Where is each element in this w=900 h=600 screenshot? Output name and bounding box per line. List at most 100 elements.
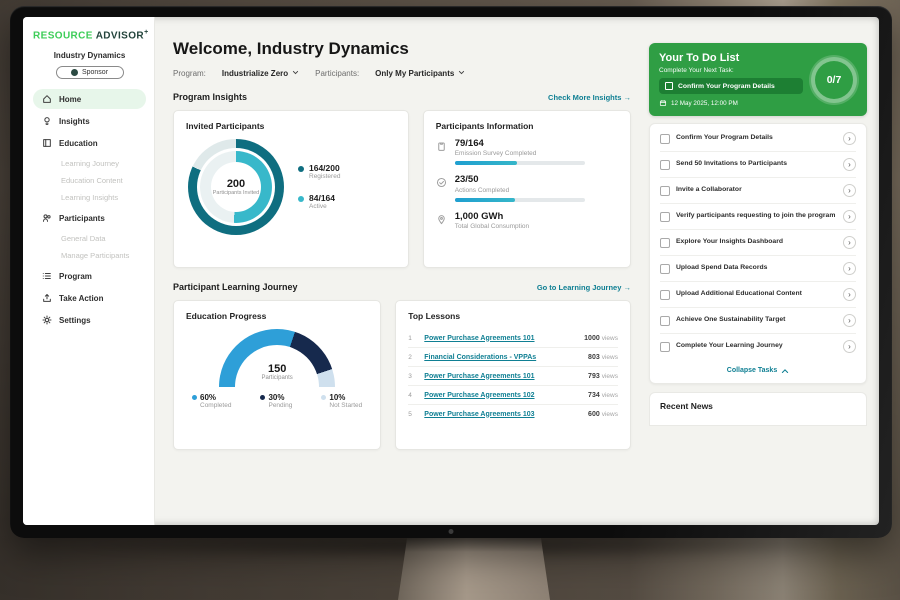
todo-task[interactable]: Upload Additional Educational Content › [660, 282, 856, 308]
todo-task[interactable]: Verify participants requesting to join t… [660, 204, 856, 230]
legend-registered: 164/200 Registered [298, 164, 340, 180]
task-checkbox[interactable] [660, 264, 670, 274]
education-progress-card: Education Progress 150 Participants 60% … [173, 300, 381, 450]
stat-emission-survey: 79/164 Emission Survey Completed [436, 139, 618, 165]
sidebar-item-insights[interactable]: Insights [33, 111, 146, 131]
sidebar-item-general-data[interactable]: General Data [33, 230, 146, 247]
progress-bar [455, 161, 585, 165]
monitor-stand [398, 538, 550, 600]
task-checkbox[interactable] [660, 134, 670, 144]
task-checkbox[interactable] [665, 82, 673, 90]
participants-select-value: Only My Participants [375, 69, 454, 78]
lesson-views: 793views [588, 373, 618, 380]
task-checkbox[interactable] [660, 212, 670, 222]
sidebar-item-education-content[interactable]: Education Content [33, 172, 146, 189]
legend-pending: 30% Pending [260, 393, 292, 409]
collapse-tasks-button[interactable]: Collapse Tasks [660, 359, 856, 381]
sidebar-item-program[interactable]: Program [33, 266, 146, 286]
sidebar-item-label: Home [59, 95, 81, 104]
task-label: Confirm Your Program Details [676, 134, 837, 143]
filter-bar: Program: Industrialize Zero Participants… [173, 69, 631, 78]
chevron-down-icon [292, 69, 299, 78]
chevron-right-icon[interactable]: › [843, 288, 856, 301]
sidebar-item-learning-insights[interactable]: Learning Insights [33, 189, 146, 206]
upload-icon [42, 293, 52, 303]
recent-news-title: Recent News [660, 401, 713, 411]
todo-header: Your To Do List Complete Your Next Task:… [649, 43, 867, 116]
sidebar-item-participants[interactable]: Participants [33, 208, 146, 228]
todo-progress-count: 0/7 [815, 61, 853, 99]
task-label: Upload Spend Data Records [676, 264, 837, 273]
section-title: Participant Learning Journey [173, 282, 298, 292]
todo-task[interactable]: Send 50 Invitations to Participants › [660, 152, 856, 178]
legend-label: Active [309, 203, 335, 210]
task-checkbox[interactable] [660, 290, 670, 300]
chevron-up-icon [781, 368, 789, 374]
gauge-legend: 60% Completed 30% Pending 10% Not Starte… [192, 393, 362, 409]
legend-dot [192, 395, 197, 400]
sponsor-badge[interactable]: Sponsor [56, 66, 124, 79]
lesson-link[interactable]: Power Purchase Agreements 101 [424, 373, 580, 380]
program-select[interactable]: Industrialize Zero [222, 69, 299, 78]
donut-center: 200 Participants Invited [211, 162, 261, 212]
people-icon [42, 213, 52, 223]
go-to-learning-journey-link[interactable]: Go to Learning Journey → [537, 283, 631, 292]
task-checkbox[interactable] [660, 238, 670, 248]
task-checkbox[interactable] [660, 316, 670, 326]
main-content: Welcome, Industry Dynamics Program: Indu… [155, 17, 645, 525]
lesson-link[interactable]: Power Purchase Agreements 102 [424, 392, 580, 399]
next-task-row[interactable]: Confirm Your Program Details [659, 78, 803, 94]
lesson-link[interactable]: Power Purchase Agreements 101 [424, 335, 576, 342]
task-checkbox[interactable] [660, 160, 670, 170]
card-title: Top Lessons [408, 311, 618, 321]
todo-task[interactable]: Complete Your Learning Journey › [660, 334, 856, 359]
clipboard-icon [436, 139, 447, 165]
chevron-right-icon[interactable]: › [843, 158, 856, 171]
next-task-label: Confirm Your Program Details [678, 83, 775, 90]
sponsor-label: Sponsor [82, 69, 108, 76]
todo-task[interactable]: Explore Your Insights Dashboard › [660, 230, 856, 256]
donut-legend: 164/200 Registered 84/164 Active [298, 164, 340, 211]
sidebar-item-label: Take Action [59, 294, 103, 303]
chevron-right-icon[interactable]: › [843, 236, 856, 249]
lesson-link[interactable]: Financial Considerations - VPPAs [424, 354, 580, 361]
check-icon [436, 175, 447, 201]
lesson-row: 2 Financial Considerations - VPPAs 803vi… [408, 348, 618, 367]
todo-task[interactable]: Upload Spend Data Records › [660, 256, 856, 282]
lesson-rank: 1 [408, 335, 416, 342]
todo-task[interactable]: Achieve One Sustainability Target › [660, 308, 856, 334]
monitor-bezel: RESOURCE ADVISOR+ Industry Dynamics Spon… [10, 6, 892, 538]
check-more-insights-link[interactable]: Check More Insights → [548, 93, 631, 102]
chevron-right-icon[interactable]: › [843, 210, 856, 223]
chevron-right-icon[interactable]: › [843, 262, 856, 275]
chevron-right-icon[interactable]: › [843, 132, 856, 145]
chevron-right-icon[interactable]: › [843, 184, 856, 197]
lesson-views: 734views [588, 392, 618, 399]
todo-task[interactable]: Invite a Collaborator › [660, 178, 856, 204]
chevron-right-icon[interactable]: › [843, 314, 856, 327]
chevron-right-icon[interactable]: › [843, 340, 856, 353]
todo-task[interactable]: Confirm Your Program Details › [660, 126, 856, 152]
stat-actions-completed: 23/50 Actions Completed [436, 175, 618, 201]
task-checkbox[interactable] [660, 342, 670, 352]
sidebar-item-take-action[interactable]: Take Action [33, 288, 146, 308]
task-checkbox[interactable] [660, 186, 670, 196]
sidebar-item-education[interactable]: Education [33, 133, 146, 153]
lesson-link[interactable]: Power Purchase Agreements 103 [424, 411, 580, 418]
legend-completed: 60% Completed [192, 393, 231, 409]
section-title: Program Insights [173, 92, 247, 102]
page-title: Welcome, Industry Dynamics [173, 39, 631, 59]
lesson-row: 1 Power Purchase Agreements 101 1000view… [408, 329, 618, 348]
sidebar-item-settings[interactable]: Settings [33, 310, 146, 330]
stat-label: Total Global Consumption [455, 223, 529, 230]
stat-label: Emission Survey Completed [455, 150, 585, 157]
sidebar-item-home[interactable]: Home [33, 89, 146, 109]
recent-news-card: Recent News [649, 392, 867, 426]
sidebar-item-learning-journey[interactable]: Learning Journey [33, 155, 146, 172]
stat-value: 1,000 GWh [455, 212, 529, 222]
legend-label: Pending [268, 402, 292, 409]
sidebar-item-manage-participants[interactable]: Manage Participants [33, 247, 146, 264]
lesson-row: 3 Power Purchase Agreements 101 793views [408, 367, 618, 386]
participants-select[interactable]: Only My Participants [375, 69, 465, 78]
sidebar-item-label: Insights [59, 117, 90, 126]
